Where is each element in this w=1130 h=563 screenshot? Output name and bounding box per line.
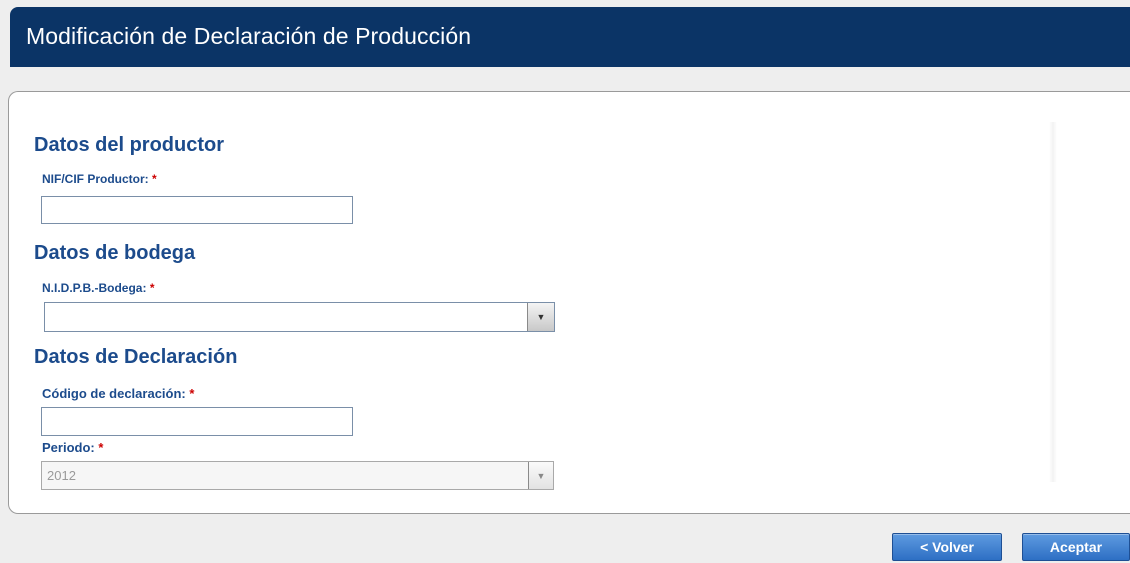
section-title-bodega: Datos de bodega bbox=[34, 242, 196, 264]
codigo-label: Código de declaración: * bbox=[42, 386, 194, 401]
section-title-productor: Datos del productor bbox=[34, 134, 225, 156]
periodo-select-value: 2012 bbox=[47, 468, 76, 483]
required-marker: * bbox=[98, 440, 104, 455]
nidpb-label: N.I.D.P.B.-Bodega: * bbox=[42, 281, 154, 295]
page-title: Modificación de Declaración de Producció… bbox=[26, 23, 472, 49]
codigo-input[interactable] bbox=[41, 407, 353, 436]
section-title-declaracion: Datos de Declaración bbox=[34, 346, 238, 368]
nidpb-select[interactable]: ▼ bbox=[44, 302, 555, 332]
nif-label: NIF/CIF Productor: * bbox=[42, 172, 157, 186]
nif-input[interactable] bbox=[41, 196, 353, 224]
required-marker: * bbox=[189, 386, 195, 401]
nif-label-text: NIF/CIF Productor: bbox=[42, 172, 149, 186]
periodo-label-text: Periodo: bbox=[42, 440, 95, 455]
required-marker: * bbox=[149, 281, 155, 295]
nidpb-label-text: N.I.D.P.B.-Bodega: bbox=[42, 281, 147, 295]
chevron-down-icon[interactable]: ▼ bbox=[528, 462, 553, 489]
periodo-label: Periodo: * bbox=[42, 440, 103, 455]
title-bar: Modificación de Declaración de Producció… bbox=[10, 7, 1130, 67]
chevron-down-icon[interactable]: ▼ bbox=[527, 303, 554, 331]
accept-button[interactable]: Aceptar bbox=[1022, 533, 1130, 561]
back-button[interactable]: < Volver bbox=[892, 533, 1002, 561]
periodo-select[interactable]: 2012 ▼ bbox=[41, 461, 554, 490]
codigo-label-text: Código de declaración: bbox=[42, 386, 186, 401]
panel-divider bbox=[1049, 122, 1057, 482]
required-marker: * bbox=[152, 172, 157, 186]
